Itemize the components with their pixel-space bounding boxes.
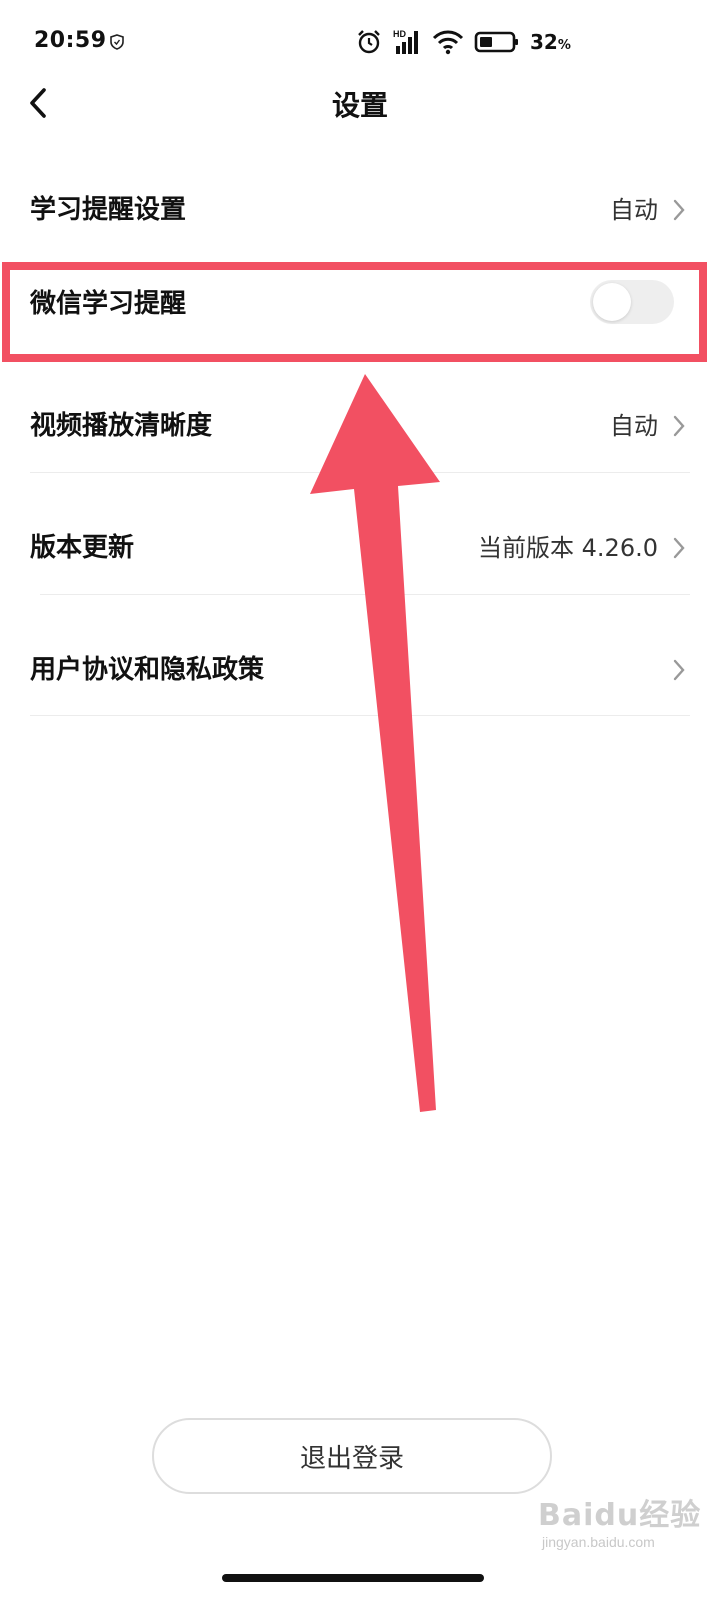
baidu-watermark: Baidu经验 jingyan.baidu.com — [538, 1490, 718, 1560]
version-value: 当前版本 4.26.0 — [478, 534, 658, 562]
wechat-reminder-label: 微信学习提醒 — [30, 289, 187, 319]
battery-unit: % — [557, 38, 571, 53]
logout-button[interactable]: 退出登录 — [152, 1418, 552, 1494]
home-indicator[interactable] — [222, 1574, 484, 1582]
watermark-subtext: jingyan.baidu.com — [542, 1534, 655, 1550]
video-quality-label: 视频播放清晰度 — [30, 411, 213, 441]
battery-level: 32% — [530, 30, 571, 54]
version-label: 版本更新 — [30, 533, 135, 563]
chevron-right-icon — [673, 659, 685, 681]
toggle-knob — [593, 283, 631, 321]
chevron-right-icon — [673, 537, 685, 559]
divider — [30, 472, 690, 473]
divider — [30, 715, 690, 716]
alarm-icon — [358, 30, 380, 54]
wechat-reminder-toggle[interactable] — [590, 280, 674, 324]
shield-icon — [110, 34, 124, 50]
divider — [40, 594, 690, 595]
privacy-label: 用户协议和隐私政策 — [30, 655, 265, 685]
chevron-right-icon — [673, 415, 685, 437]
chevron-right-icon — [673, 199, 685, 221]
nav-bar: 设置 — [0, 68, 720, 138]
battery-percent: 32 — [530, 30, 558, 54]
battery-icon — [474, 31, 518, 53]
video-quality-value: 自动 — [610, 412, 658, 440]
network-badge: HD — [393, 29, 406, 39]
wifi-icon — [432, 30, 464, 55]
setting-row-version[interactable]: 版本更新 当前版本 4.26.0 — [0, 488, 720, 608]
status-time: 20:59 — [34, 28, 107, 53]
signal-icon: HD — [393, 29, 418, 54]
page-title: 设置 — [331, 89, 388, 122]
watermark-text: Baidu经验 — [538, 1498, 702, 1533]
status-icons: HD 32% — [356, 26, 571, 58]
setting-row-privacy[interactable]: 用户协议和隐私政策 — [0, 610, 720, 730]
setting-row-video-quality[interactable]: 视频播放清晰度 自动 — [0, 366, 720, 486]
